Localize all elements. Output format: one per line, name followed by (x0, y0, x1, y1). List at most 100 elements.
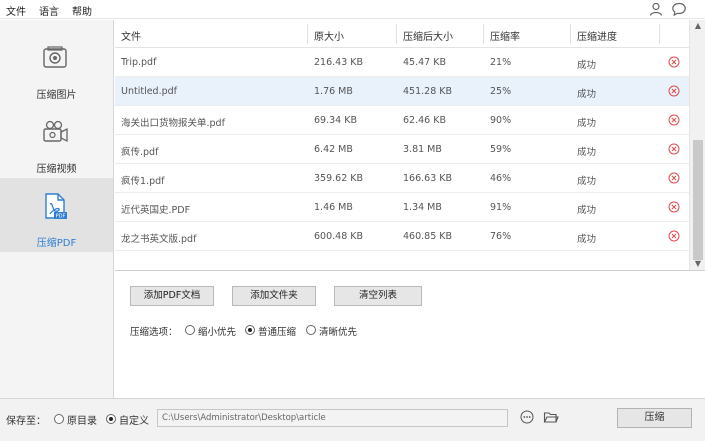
sidebar-item-compress-image[interactable]: 压缩图片 (0, 30, 113, 104)
cell-status: 成功 (577, 60, 597, 71)
delete-icon[interactable] (668, 56, 680, 68)
radio-normal-compression[interactable] (245, 325, 255, 335)
original-dir-label[interactable]: 原目录 (67, 412, 97, 427)
menu-help[interactable]: 帮助 (72, 3, 92, 18)
option-clarity-first-label[interactable]: 清晰优先 (319, 324, 357, 338)
save-to-label: 保存至： (6, 416, 46, 427)
cell-ratio: 25% (490, 86, 512, 97)
more-options-icon[interactable] (520, 410, 534, 424)
cell-compressed-size: 166.63 KB (403, 173, 453, 184)
cell-status: 成功 (577, 147, 597, 158)
cell-status: 成功 (577, 234, 597, 245)
cell-file-name: 疯传1.pdf (121, 176, 165, 187)
column-divider (483, 24, 484, 44)
cell-status: 成功 (577, 176, 597, 187)
column-header-file[interactable]: 文件 (121, 28, 141, 43)
sidebar: 压缩图片 压缩视频 PDF 压缩PDF (0, 20, 114, 398)
cell-compressed-size: 451.28 KB (403, 86, 453, 97)
radio-smaller-first[interactable] (185, 325, 195, 335)
cell-file-name: 海关出口货物报关单.pdf (121, 118, 225, 129)
column-header-ratio[interactable]: 压缩率 (490, 28, 520, 43)
sidebar-item-compress-video[interactable]: 压缩视频 (0, 104, 113, 178)
custom-dir-label[interactable]: 自定义 (119, 412, 149, 427)
cell-file-name: Trip.pdf (121, 57, 157, 68)
cell-size: 600.48 KB (314, 231, 364, 242)
sidebar-item-label: 压缩图片 (36, 90, 77, 101)
column-divider (570, 24, 571, 44)
table-row[interactable]: 疯传.pdf 6.42 MB 3.81 MB 59% 成功 (115, 135, 689, 164)
delete-icon[interactable] (668, 114, 680, 126)
cell-compressed-size: 3.81 MB (403, 144, 442, 155)
option-normal-compression-label[interactable]: 普通压缩 (258, 324, 296, 338)
table-row[interactable]: 疯传1.pdf 359.62 KB 166.63 KB 46% 成功 (115, 164, 689, 193)
delete-icon[interactable] (668, 230, 680, 242)
cell-status: 成功 (577, 205, 597, 216)
image-icon (43, 46, 67, 68)
radio-custom-dir[interactable] (106, 414, 116, 424)
option-smaller-first-label[interactable]: 缩小优先 (198, 324, 236, 338)
user-icon[interactable] (648, 1, 664, 17)
add-pdf-button[interactable]: 添加PDF文档 (130, 286, 214, 306)
sidebar-item-compress-pdf[interactable]: PDF 压缩PDF (0, 178, 113, 252)
cell-size: 216.43 KB (314, 57, 364, 68)
compress-button[interactable]: 压缩 (617, 408, 692, 428)
table-row[interactable]: 龙之书英文版.pdf 600.48 KB 460.85 KB 76% 成功 (115, 222, 689, 251)
menu-language[interactable]: 语言 (39, 3, 59, 18)
cell-ratio: 46% (490, 173, 512, 184)
table-row[interactable]: 近代英国史.PDF 1.46 MB 1.34 MB 91% 成功 (115, 193, 689, 222)
delete-icon[interactable] (668, 85, 680, 97)
cell-file-name: 近代英国史.PDF (121, 205, 191, 216)
cell-ratio: 76% (490, 231, 512, 242)
radio-clarity-first[interactable] (306, 325, 316, 335)
cell-compressed-size: 45.47 KB (403, 57, 446, 68)
cell-status: 成功 (577, 118, 597, 129)
cell-file-name: 疯传.pdf (121, 147, 159, 158)
save-path-input[interactable] (157, 409, 508, 427)
cell-file-name: 龙之书英文版.pdf (121, 234, 197, 245)
menu-file[interactable]: 文件 (6, 3, 26, 18)
clear-list-button[interactable]: 清空列表 (334, 286, 422, 306)
open-folder-icon[interactable] (543, 410, 559, 424)
cell-ratio: 59% (490, 144, 512, 155)
cell-ratio: 21% (490, 57, 512, 68)
chat-bubble-icon[interactable] (671, 1, 687, 17)
column-header-size[interactable]: 原大小 (314, 28, 344, 43)
cell-ratio: 91% (490, 202, 512, 213)
cell-size: 6.42 MB (314, 144, 353, 155)
column-divider (659, 24, 660, 44)
cell-size: 1.76 MB (314, 86, 353, 97)
cell-size: 1.46 MB (314, 202, 353, 213)
column-header-compressed-size[interactable]: 压缩后大小 (403, 28, 453, 43)
cell-ratio: 90% (490, 115, 512, 126)
table-scrollbar[interactable]: ▲ ▼ (689, 20, 705, 270)
scroll-down-icon[interactable]: ▼ (690, 258, 705, 270)
sidebar-item-label: 压缩PDF (36, 238, 77, 249)
column-divider (307, 24, 308, 44)
delete-icon[interactable] (668, 201, 680, 213)
sidebar-item-label: 压缩视频 (36, 164, 77, 175)
scroll-thumb[interactable] (693, 140, 703, 260)
menu-bar: 文件 语言 帮助 (0, 0, 705, 19)
table-row[interactable]: 海关出口货物报关单.pdf 69.34 KB 62.46 KB 90% 成功 (115, 106, 689, 135)
cell-size: 69.34 KB (314, 115, 357, 126)
cell-compressed-size: 1.34 MB (403, 202, 442, 213)
cell-compressed-size: 62.46 KB (403, 115, 446, 126)
table-row[interactable]: Trip.pdf 216.43 KB 45.47 KB 21% 成功 (115, 48, 689, 77)
table-row[interactable]: Untitled.pdf 1.76 MB 451.28 KB 25% 成功 (115, 77, 689, 106)
scroll-up-icon[interactable]: ▲ (690, 20, 705, 32)
video-camera-icon (43, 120, 68, 143)
delete-icon[interactable] (668, 172, 680, 184)
file-table: 文件 原大小 压缩后大小 压缩率 压缩进度 Trip.pdf 216.43 KB… (115, 20, 705, 271)
cell-file-name: Untitled.pdf (121, 86, 178, 97)
cell-compressed-size: 460.85 KB (403, 231, 453, 242)
footer-bar: 保存至： 原目录 自定义 压缩 (0, 398, 705, 441)
column-header-progress[interactable]: 压缩进度 (577, 28, 617, 43)
column-divider (396, 24, 397, 44)
cell-status: 成功 (577, 89, 597, 100)
delete-icon[interactable] (668, 143, 680, 155)
table-header: 文件 原大小 压缩后大小 压缩率 压缩进度 (115, 20, 689, 48)
pdf-file-icon: PDF (45, 193, 67, 220)
compression-options-label: 压缩选项： (130, 327, 178, 338)
add-folder-button[interactable]: 添加文件夹 (232, 286, 316, 306)
radio-original-dir[interactable] (54, 414, 64, 424)
